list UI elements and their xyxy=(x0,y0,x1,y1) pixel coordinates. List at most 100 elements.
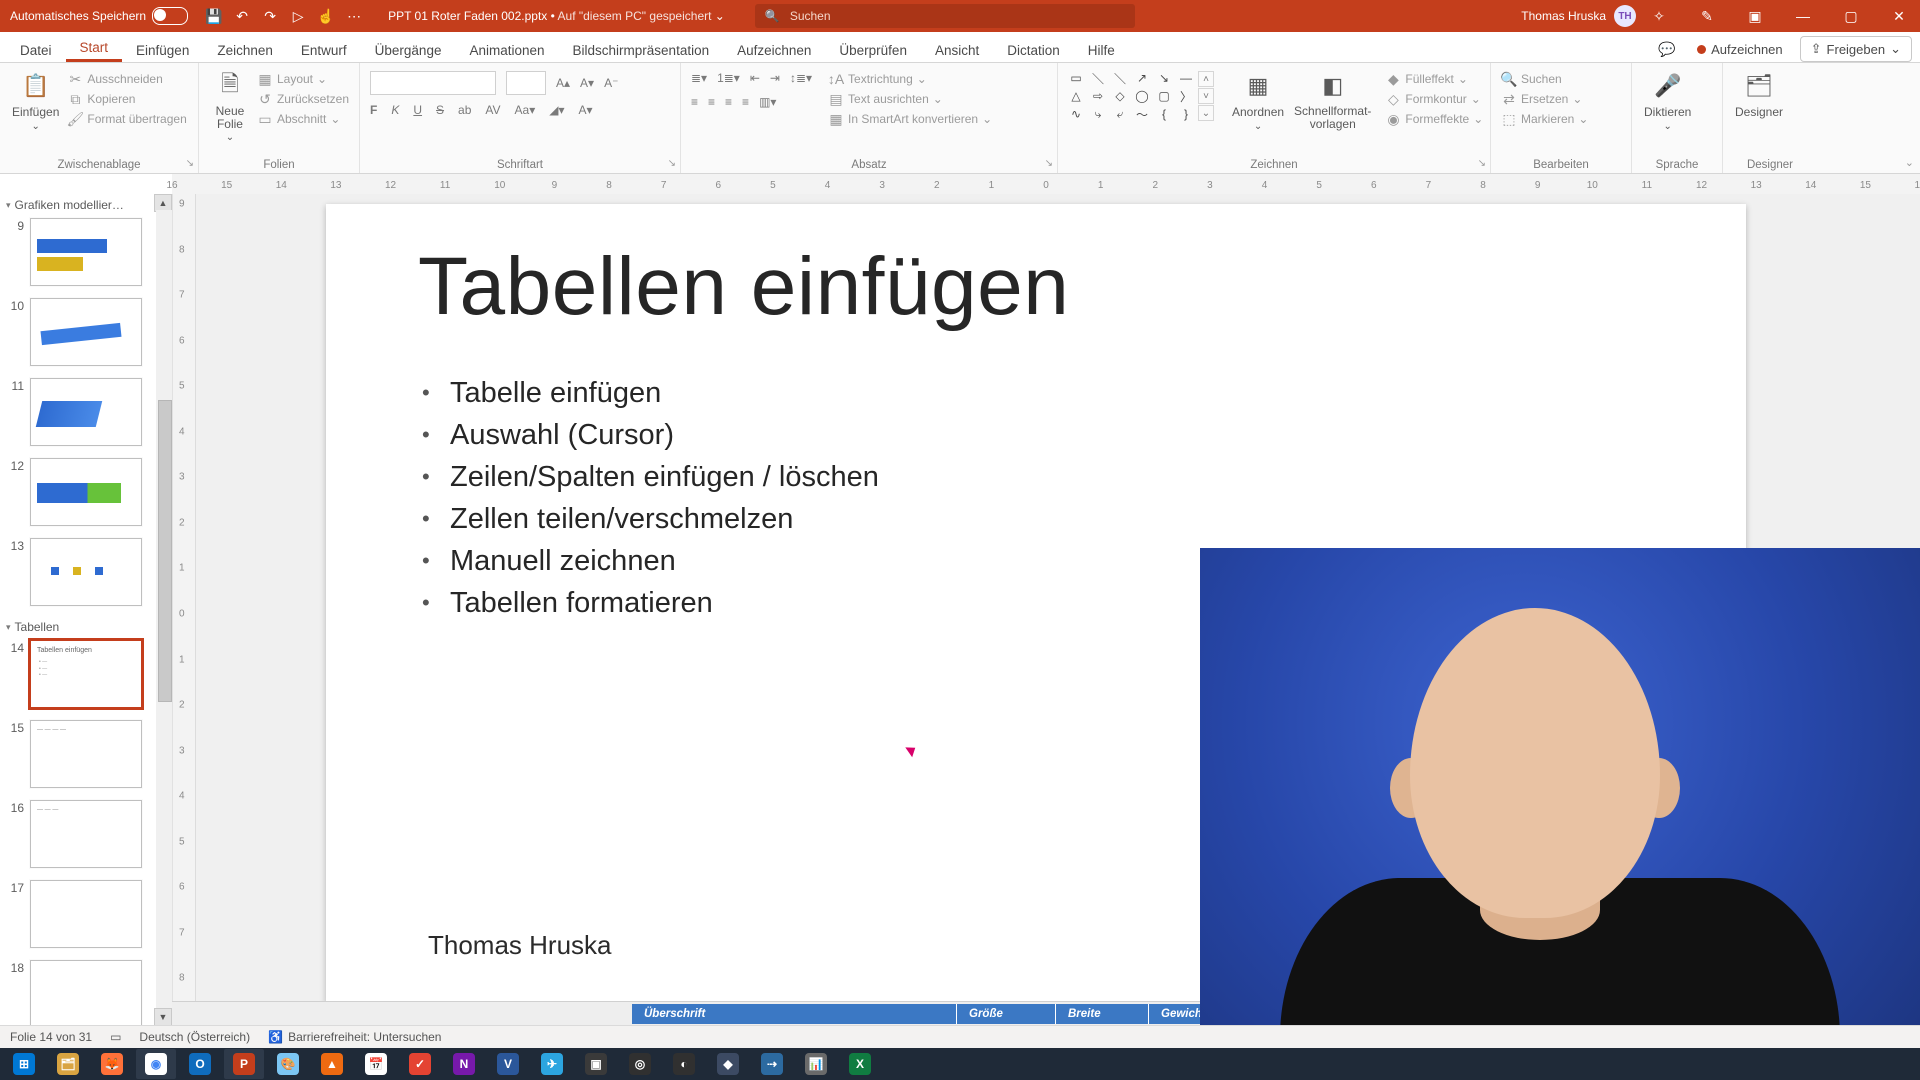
todoist-icon[interactable]: ✓ xyxy=(400,1049,440,1079)
shape-arrow-icon[interactable]: ↘ xyxy=(1156,71,1172,85)
columns-icon[interactable]: ▥▾ xyxy=(759,95,776,109)
spellcheck-icon[interactable]: ▭ xyxy=(110,1030,121,1044)
slide-thumbnail[interactable]: 18 xyxy=(0,958,172,1026)
from-beginning-icon[interactable]: ▷ xyxy=(290,8,306,24)
shape-line-icon[interactable]: ＼ xyxy=(1112,71,1128,85)
shape-effects-button[interactable]: ◉Formeffekte ⌄ xyxy=(1385,111,1483,127)
shapes-gallery-scroll[interactable]: ˄˅⌄ xyxy=(1198,71,1214,121)
quick-styles-button[interactable]: ◧ Schnellformat-vorlagen xyxy=(1292,67,1373,132)
shape-freeform-icon[interactable]: ～ xyxy=(1134,107,1150,121)
shape-line-icon[interactable]: — xyxy=(1178,71,1194,85)
dialog-launcher-icon[interactable]: ↘ xyxy=(1478,158,1486,169)
find-button[interactable]: 🔍Suchen xyxy=(1501,71,1588,87)
tab-transitions[interactable]: Übergänge xyxy=(361,37,456,62)
select-button[interactable]: ⬚Markieren ⌄ xyxy=(1501,111,1588,127)
shape-brace-icon[interactable]: } xyxy=(1178,107,1194,121)
obs-icon[interactable]: ◎ xyxy=(620,1049,660,1079)
account-button[interactable]: Thomas Hruska TH xyxy=(1521,5,1636,27)
shape-connector-icon[interactable]: ⤶ xyxy=(1112,107,1128,121)
bullet-item[interactable]: Auswahl (Cursor) xyxy=(422,414,879,456)
bullet-item[interactable]: Zeilen/Spalten einfügen / löschen xyxy=(422,456,879,498)
slide-thumbnail[interactable]: 12 xyxy=(0,456,172,536)
telegram-icon[interactable]: ✈ xyxy=(532,1049,572,1079)
font-color-icon[interactable]: A▾ xyxy=(579,103,593,117)
font-family-combobox[interactable] xyxy=(370,71,496,95)
qat-overflow-icon[interactable]: ⋯ xyxy=(346,8,362,24)
slide-thumbnail[interactable]: 9 xyxy=(0,216,172,296)
shape-triangle-icon[interactable]: △ xyxy=(1068,89,1084,103)
chevron-up-icon[interactable]: ˄ xyxy=(1198,71,1214,87)
chrome-icon[interactable]: ◉ xyxy=(136,1049,176,1079)
shape-line-icon[interactable]: ＼ xyxy=(1090,71,1106,85)
more-icon[interactable]: ⌄ xyxy=(1198,105,1214,121)
scrollbar-thumb[interactable] xyxy=(158,400,172,702)
align-right-icon[interactable]: ≡ xyxy=(725,95,732,109)
tab-draw[interactable]: Zeichnen xyxy=(203,37,287,62)
app-icon[interactable]: 📊 xyxy=(796,1049,836,1079)
bullet-item[interactable]: Tabellen formatieren xyxy=(422,582,879,624)
chevron-down-icon[interactable]: ⌄ xyxy=(1254,121,1262,132)
calendar-icon[interactable]: 📅 xyxy=(356,1049,396,1079)
line-spacing-icon[interactable]: ↕≣▾ xyxy=(790,71,812,85)
paste-button[interactable]: 📋 Einfügen ⌄ xyxy=(10,67,61,134)
align-justify-icon[interactable]: ≡ xyxy=(742,95,749,109)
close-icon[interactable]: ✕ xyxy=(1884,0,1914,32)
save-icon[interactable]: 💾 xyxy=(206,8,222,24)
reset-button[interactable]: ↺Zurücksetzen xyxy=(257,91,349,107)
shape-chevron-icon[interactable]: 〉 xyxy=(1178,89,1194,103)
toggle-icon[interactable] xyxy=(152,7,188,25)
format-painter-button[interactable]: 🖌Format übertragen xyxy=(67,111,186,127)
maximize-icon[interactable]: ▢ xyxy=(1836,0,1866,32)
slide-thumbnail[interactable]: 15— — — — xyxy=(0,718,172,798)
tab-review[interactable]: Überprüfen xyxy=(825,37,921,62)
bullets-icon[interactable]: ≣▾ xyxy=(691,71,707,85)
change-case-icon[interactable]: Aa▾ xyxy=(515,103,536,117)
slide-title[interactable]: Tabellen einfügen xyxy=(418,240,1069,334)
tab-insert[interactable]: Einfügen xyxy=(122,37,203,62)
dialog-launcher-icon[interactable]: ↘ xyxy=(186,158,194,169)
app-icon[interactable]: ◆ xyxy=(708,1049,748,1079)
paint-icon[interactable]: 🎨 xyxy=(268,1049,308,1079)
bullet-item[interactable]: Zellen teilen/verschmelzen xyxy=(422,498,879,540)
app-icon[interactable]: ⇢ xyxy=(752,1049,792,1079)
slide-thumbnail[interactable]: 14Tabellen einfügen• —• —• — xyxy=(0,638,172,718)
shape-brace-icon[interactable]: { xyxy=(1156,107,1172,121)
chevron-down-icon[interactable]: ˅ xyxy=(1198,88,1214,104)
firefox-icon[interactable]: 🦊 xyxy=(92,1049,132,1079)
indent-increase-icon[interactable]: ⇥ xyxy=(770,71,780,85)
bold-button[interactable]: F xyxy=(370,103,377,117)
comments-button[interactable]: 💬 xyxy=(1654,36,1680,62)
vlc-icon[interactable]: ▲ xyxy=(312,1049,352,1079)
language-button[interactable]: Deutsch (Österreich) xyxy=(139,1030,250,1044)
slide-thumbnail[interactable]: 16— — — xyxy=(0,798,172,878)
shape-rectangle-icon[interactable]: ▭ xyxy=(1068,71,1084,85)
font-size-combobox[interactable] xyxy=(506,71,546,95)
align-left-icon[interactable]: ≡ xyxy=(691,95,698,109)
touch-mode-icon[interactable]: ☝ xyxy=(318,8,334,24)
layout-button[interactable]: ▦Layout ⌄ xyxy=(257,71,349,87)
bullet-item[interactable]: Tabelle einfügen xyxy=(422,372,879,414)
chevron-down-icon[interactable]: ⌄ xyxy=(226,132,234,143)
copy-button[interactable]: ⧉Kopieren xyxy=(67,91,186,107)
app-icon[interactable]: ▣ xyxy=(576,1049,616,1079)
start-button[interactable]: ⊞ xyxy=(4,1049,44,1079)
arrange-button[interactable]: ▦ Anordnen ⌄ xyxy=(1230,67,1286,134)
redo-icon[interactable]: ↷ xyxy=(262,8,278,24)
text-direction-button[interactable]: ↕ATextrichtung ⌄ xyxy=(828,71,992,87)
shape-oval-icon[interactable]: ◯ xyxy=(1134,89,1150,103)
tab-home[interactable]: Start xyxy=(66,34,123,62)
thumbnails-scrollbar[interactable] xyxy=(156,210,172,1010)
slide-thumbnail[interactable]: 11 xyxy=(0,376,172,456)
undo-icon[interactable]: ↶ xyxy=(234,8,250,24)
slide-author[interactable]: Thomas Hruska xyxy=(428,930,612,961)
shapes-gallery[interactable]: ▭＼＼↗↘— △⇨◇◯▢〉 ∿⤷⤶～{} xyxy=(1068,71,1194,121)
shape-fill-button[interactable]: ◆Fülleffekt ⌄ xyxy=(1385,71,1483,87)
visio-icon[interactable]: V xyxy=(488,1049,528,1079)
new-slide-button[interactable]: 🗎 Neue Folie ⌄ xyxy=(209,67,251,145)
search-input[interactable] xyxy=(788,8,1125,24)
tab-file[interactable]: Datei xyxy=(6,37,66,62)
autosave-toggle[interactable]: Automatisches Speichern xyxy=(10,7,188,25)
share-button[interactable]: ⇪Freigeben ⌄ xyxy=(1800,36,1912,62)
dictate-button[interactable]: 🎤Diktieren⌄ xyxy=(1642,67,1693,134)
ruler-vertical[interactable]: 9876543210123456789 xyxy=(173,194,196,1026)
